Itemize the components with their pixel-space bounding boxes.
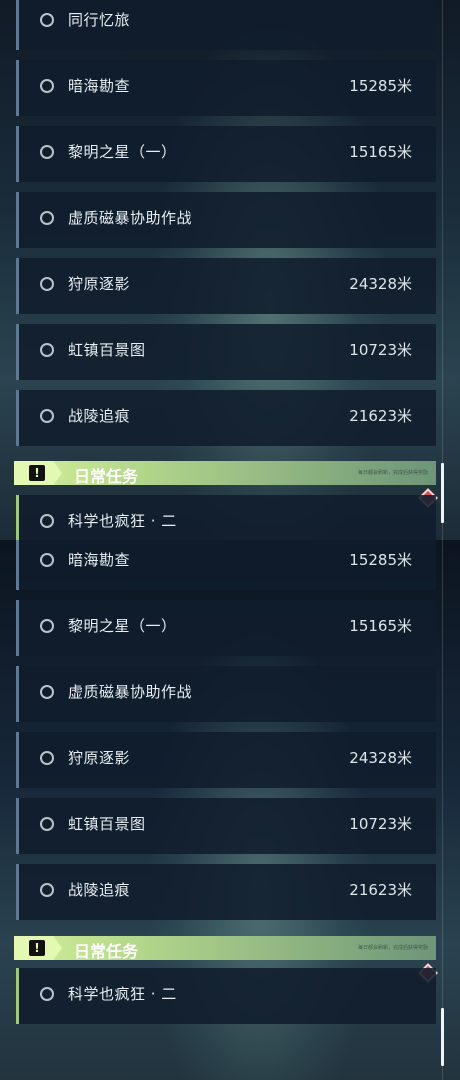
section-title: 日常任务 xyxy=(74,942,139,961)
task-distance: 21623米 xyxy=(349,407,412,425)
task-row[interactable]: 战陵追痕 21623米 xyxy=(16,864,436,920)
radio-icon[interactable] xyxy=(40,883,54,897)
task-name: 暗海勘查 xyxy=(68,551,131,569)
header-fine-print: 每日都会刷新，完成后获得奖励 xyxy=(357,945,428,951)
task-row[interactable]: 暗海勘查 15285米 xyxy=(16,60,436,116)
task-row[interactable]: 虚质磁暴协助作战 xyxy=(16,192,436,248)
task-row[interactable]: 虹镇百景图 10723米 xyxy=(16,324,436,380)
task-name: 黎明之星（一） xyxy=(68,143,177,161)
task-name: 战陵追痕 xyxy=(68,407,131,425)
radio-icon[interactable] xyxy=(40,817,54,831)
radio-icon[interactable] xyxy=(40,343,54,357)
task-distance: 15285米 xyxy=(349,77,412,95)
radio-icon[interactable] xyxy=(40,987,54,1001)
daily-task-row[interactable]: 科学也疯狂 · 二 xyxy=(16,968,436,1024)
scrollbar-thumb[interactable] xyxy=(441,463,444,523)
task-row[interactable]: 狩原逐影 24328米 xyxy=(16,258,436,314)
radio-icon[interactable] xyxy=(40,751,54,765)
header-badge: ! xyxy=(14,936,62,960)
task-name: 黎明之星（一） xyxy=(68,617,177,635)
daily-tasks-header[interactable]: ! 日常任务 每日都会刷新，完成后获得奖励 xyxy=(14,461,436,486)
task-distance: 15165米 xyxy=(349,143,412,161)
task-row[interactable]: 虚质磁暴协助作战 xyxy=(16,666,436,722)
header-badge: ! xyxy=(14,461,62,485)
daily-tasks-header[interactable]: ! 日常任务 每日都会刷新，完成后获得奖励 xyxy=(14,936,436,961)
task-name: 暗海勘查 xyxy=(68,77,131,95)
header-fine-print: 每日都会刷新，完成后获得奖励 xyxy=(357,470,428,476)
quest-list-panel-top: 同行忆旅 暗海勘查 15285米 黎明之星（一） 15165米 虚质磁暴协助作战… xyxy=(0,0,460,540)
task-row[interactable]: 虹镇百景图 10723米 xyxy=(16,798,436,854)
quest-list-panel-bottom: 暗海勘查 15285米 黎明之星（一） 15165米 虚质磁暴协助作战 狩原逐影… xyxy=(0,540,460,1080)
radio-icon[interactable] xyxy=(40,553,54,567)
task-name: 虚质磁暴协助作战 xyxy=(68,209,193,227)
task-distance: 10723米 xyxy=(349,341,412,359)
task-name: 虹镇百景图 xyxy=(68,341,146,359)
task-name: 虚质磁暴协助作战 xyxy=(68,683,193,701)
task-row[interactable]: 黎明之星（一） 15165米 xyxy=(16,600,436,656)
task-name: 科学也疯狂 · 二 xyxy=(68,985,177,1003)
exclamation-icon: ! xyxy=(29,465,45,481)
task-name: 同行忆旅 xyxy=(68,11,131,29)
task-distance: 15285米 xyxy=(349,551,412,569)
task-name: 虹镇百景图 xyxy=(68,815,146,833)
scroll-track xyxy=(442,0,443,540)
section-title: 日常任务 xyxy=(74,467,139,486)
radio-icon[interactable] xyxy=(40,685,54,699)
task-row[interactable]: 同行忆旅 xyxy=(16,0,436,50)
radio-icon[interactable] xyxy=(40,277,54,291)
task-distance: 15165米 xyxy=(349,617,412,635)
radio-icon[interactable] xyxy=(40,145,54,159)
task-row[interactable]: 狩原逐影 24328米 xyxy=(16,732,436,788)
task-row[interactable]: 暗海勘查 15285米 xyxy=(16,540,436,590)
scroll-track xyxy=(442,540,443,1080)
task-name: 狩原逐影 xyxy=(68,275,131,293)
task-distance: 24328米 xyxy=(349,275,412,293)
scrollbar-thumb[interactable] xyxy=(441,1008,444,1066)
task-distance: 24328米 xyxy=(349,749,412,767)
radio-icon[interactable] xyxy=(40,409,54,423)
exclamation-icon: ! xyxy=(29,940,45,956)
radio-icon[interactable] xyxy=(40,514,54,528)
radio-icon[interactable] xyxy=(40,79,54,93)
radio-icon[interactable] xyxy=(40,13,54,27)
task-row[interactable]: 战陵追痕 21623米 xyxy=(16,390,436,446)
radio-icon[interactable] xyxy=(40,619,54,633)
task-name: 战陵追痕 xyxy=(68,881,131,899)
task-row[interactable]: 黎明之星（一） 15165米 xyxy=(16,126,436,182)
task-name: 狩原逐影 xyxy=(68,749,131,767)
radio-icon[interactable] xyxy=(40,211,54,225)
task-distance: 21623米 xyxy=(349,881,412,899)
task-distance: 10723米 xyxy=(349,815,412,833)
daily-task-row[interactable]: 科学也疯狂 · 二 xyxy=(16,495,436,540)
task-name: 科学也疯狂 · 二 xyxy=(68,512,177,530)
